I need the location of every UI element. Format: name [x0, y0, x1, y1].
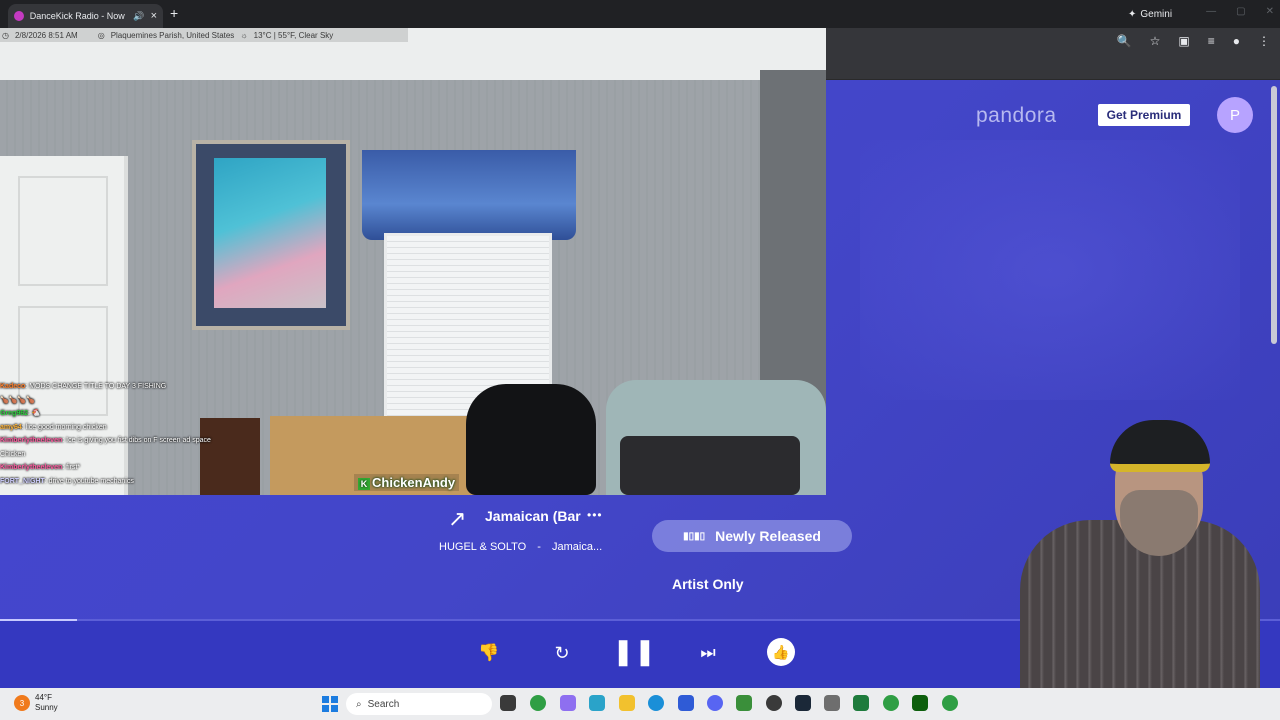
- minimize-icon[interactable]: —: [1206, 6, 1216, 17]
- webcam-person-hat: [1110, 420, 1210, 472]
- chat-message: Kimberlytheeleven: first*: [0, 464, 81, 471]
- chrome-profile-icon[interactable]: [942, 695, 958, 711]
- browser-tab-bar: DanceKick Radio - Now Playing 🔊 × + ✦ Ge…: [0, 0, 1280, 28]
- windows-start-icon[interactable]: [322, 696, 338, 712]
- clothes-pile: [620, 436, 800, 495]
- toolbar-icons: 🔍 ☆ ▣ ≡ ● ⋮: [1117, 34, 1270, 48]
- avatar[interactable]: P: [1217, 97, 1253, 133]
- streamer-webcam: [930, 400, 1280, 688]
- discord-icon[interactable]: [707, 695, 723, 711]
- replay-icon[interactable]: ↻: [551, 641, 573, 665]
- menu-kebab-icon[interactable]: ⋮: [1258, 34, 1270, 48]
- pandora-logo[interactable]: pandora: [976, 104, 1057, 128]
- tab-title: DanceKick Radio - Now Playing: [29, 11, 128, 21]
- album-name[interactable]: Jamaica...: [552, 541, 602, 553]
- speaker-icon[interactable]: 🔊: [133, 11, 144, 22]
- artist-album-line: HUGEL & SOLTO - Jamaica...: [439, 541, 602, 553]
- more-options-icon[interactable]: •••: [587, 508, 603, 522]
- taskbar-search[interactable]: ⌕ Search: [346, 693, 492, 715]
- file-explorer-icon[interactable]: [619, 695, 635, 711]
- close-icon[interactable]: ✕: [1266, 6, 1274, 17]
- stream-weather: 13°C | 55°F, Clear Sky: [253, 30, 334, 40]
- gemini-label: Gemini: [1140, 8, 1173, 20]
- chat-message: amy64: lice good morning chicken: [0, 423, 107, 431]
- edge-icon[interactable]: [648, 695, 664, 711]
- equalizer-icon: ▮▯▮▯: [683, 530, 706, 542]
- stream-chat: Kadeco: MODS CHANGE TITLE TO DAY 3 FISHI…: [0, 380, 220, 488]
- mode-label: Newly Released: [715, 528, 821, 544]
- stream-location: Plaquemines Parish, United States: [110, 30, 235, 40]
- photos-icon[interactable]: [589, 695, 605, 711]
- chat-message: Kimberlytheeleven: Ice is giving you fis…: [0, 437, 211, 458]
- weather-text: 44°F Sunny: [35, 693, 58, 713]
- clock-icon: ◷: [2, 30, 9, 40]
- framed-picture: [192, 140, 350, 330]
- windows-taskbar: 3 44°F Sunny ⌕ Search: [0, 688, 1280, 720]
- get-premium-button[interactable]: Get Premium: [1098, 104, 1190, 126]
- terminal-icon[interactable]: [912, 695, 928, 711]
- sparkle-icon: ✦: [1128, 8, 1137, 20]
- snipping-tool-icon[interactable]: [736, 695, 752, 711]
- chat-message: Greg962: 🐔: [0, 410, 41, 417]
- copilot-icon[interactable]: [560, 695, 576, 711]
- steam-icon[interactable]: [795, 695, 811, 711]
- pandora-favicon-icon: [14, 11, 24, 21]
- kick-logo-icon: K: [358, 478, 370, 490]
- location-icon: ◎: [97, 30, 105, 40]
- obs-icon[interactable]: [766, 695, 782, 711]
- chrome-active-icon[interactable]: [883, 695, 899, 711]
- media-queue-icon[interactable]: ≡: [1208, 34, 1215, 48]
- artist-name[interactable]: HUGEL & SOLTO: [439, 541, 526, 553]
- stream-video: ◷ 2/8/2026 8:51 AM ◎ Plaquemines Parish,…: [0, 28, 826, 495]
- mode-artist-only-button[interactable]: Artist Only: [672, 576, 744, 592]
- new-tab-button[interactable]: +: [170, 5, 178, 21]
- weather-sun-icon: 3: [14, 695, 30, 711]
- gemini-button[interactable]: ✦ Gemini: [1122, 5, 1178, 23]
- weather-temp: 44°F: [35, 693, 52, 702]
- weather-icon: ☼: [240, 30, 248, 40]
- xbox-icon[interactable]: [853, 695, 869, 711]
- channel-watermark: K ChickenAndy: [354, 474, 460, 491]
- share-arrow-icon[interactable]: ↗: [448, 506, 466, 532]
- stream-info-bar: ◷ 2/8/2026 8:51 AM ◎ Plaquemines Parish,…: [0, 28, 408, 42]
- pause-icon[interactable]: ❚❚: [612, 636, 656, 666]
- wolf-icon[interactable]: [824, 695, 840, 711]
- page-scrollbar[interactable]: [1271, 86, 1277, 344]
- bookmark-star-icon[interactable]: ☆: [1150, 34, 1161, 48]
- taskbar-weather[interactable]: 3 44°F Sunny: [14, 693, 58, 713]
- track-title[interactable]: Jamaican (Bar: [485, 508, 581, 524]
- maximize-icon[interactable]: ▢: [1236, 6, 1245, 17]
- mode-newly-released-button[interactable]: ▮▯▮▯ Newly Released: [652, 520, 852, 552]
- store-icon[interactable]: [678, 695, 694, 711]
- coat: [466, 384, 596, 495]
- picture-art: [214, 158, 326, 308]
- chat-message: 🍗🍗🍗🍗: [0, 396, 35, 404]
- thumbs-down-icon[interactable]: 👎: [478, 641, 500, 665]
- sidebar-icon[interactable]: ▣: [1178, 34, 1189, 48]
- door-panel: [18, 176, 108, 286]
- browser-tab[interactable]: DanceKick Radio - Now Playing 🔊 ×: [8, 4, 163, 28]
- chat-message: FORT_NIGHT: drive to youtube mechanics: [0, 477, 134, 485]
- separator: -: [537, 541, 541, 553]
- search-icon: ⌕: [356, 698, 362, 710]
- weather-desc: Sunny: [35, 703, 58, 712]
- stream-datetime: 2/8/2026 8:51 AM: [14, 30, 78, 40]
- thumbs-up-icon[interactable]: 👍: [767, 638, 795, 666]
- screen: DanceKick Radio - Now Playing 🔊 × + ✦ Ge…: [0, 0, 1280, 720]
- background-glow: [860, 140, 1240, 400]
- task-view-icon[interactable]: [500, 695, 516, 711]
- chrome-icon[interactable]: [530, 695, 546, 711]
- zoom-icon[interactable]: 🔍: [1117, 34, 1132, 48]
- chat-message: Kadeco: MODS CHANGE TITLE TO DAY 3 FISHI…: [0, 383, 167, 390]
- window-controls: — ▢ ✕: [1206, 6, 1274, 17]
- skip-forward-icon[interactable]: ⏭: [697, 641, 719, 665]
- profile-icon[interactable]: ●: [1233, 34, 1240, 48]
- watermark-label: ChickenAndy: [372, 475, 456, 490]
- tab-close-button[interactable]: ×: [151, 10, 157, 22]
- window-valance: [362, 150, 576, 240]
- search-label: Search: [367, 698, 400, 710]
